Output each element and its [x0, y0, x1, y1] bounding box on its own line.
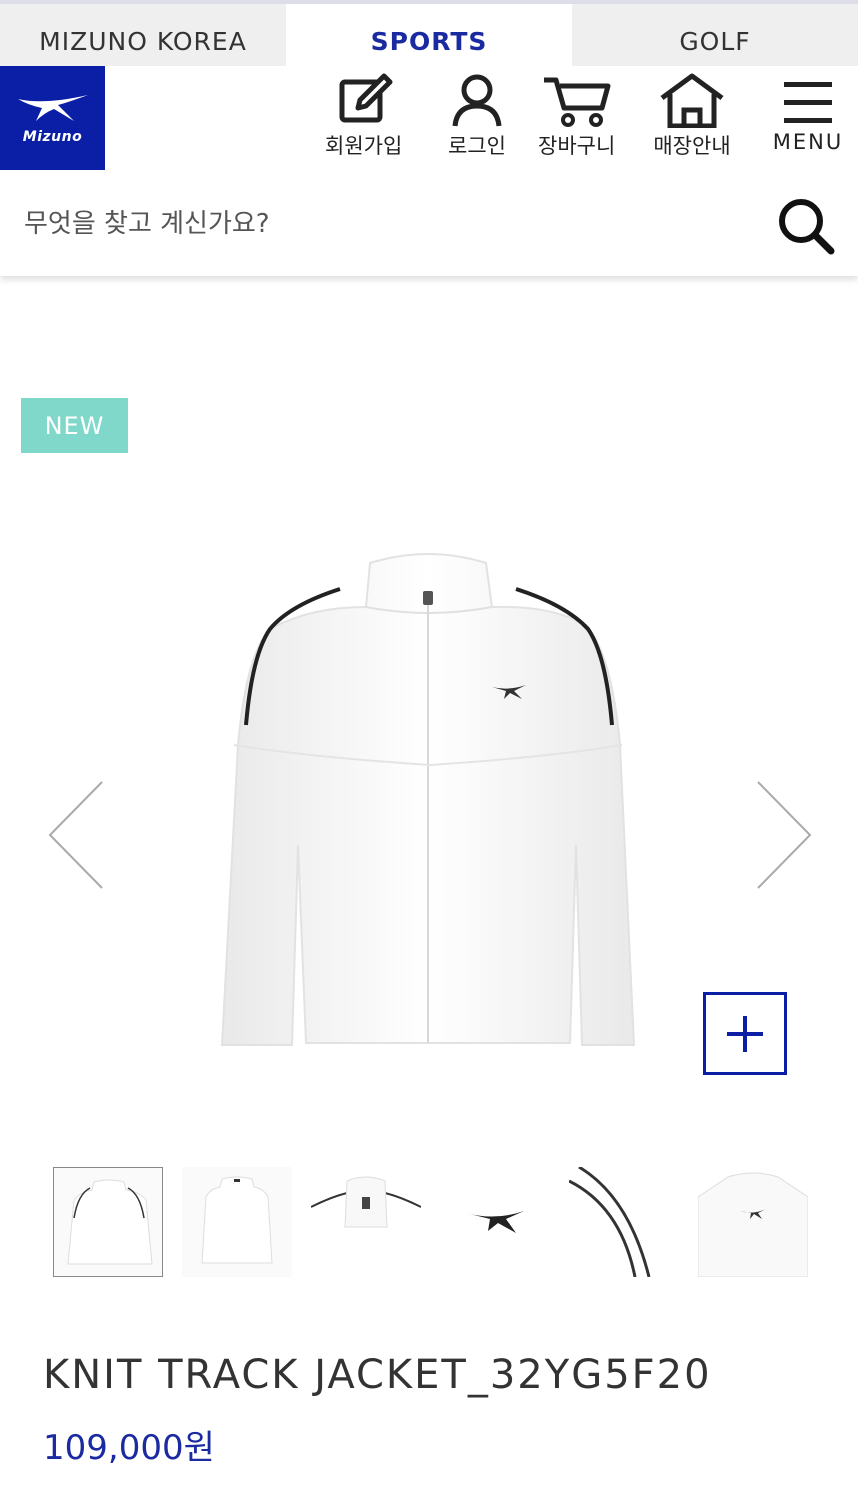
plus-icon	[727, 1015, 763, 1052]
user-icon	[452, 74, 502, 127]
thumbnail-4[interactable]	[440, 1167, 550, 1277]
cart-label: 장바구니	[538, 134, 616, 158]
login-button[interactable]: 로그인	[445, 72, 509, 160]
thumbnail-logo	[440, 1167, 550, 1277]
next-arrow-icon[interactable]	[752, 780, 816, 890]
thumbnail-jacket-front	[67, 1179, 153, 1265]
product-price: 109,000원	[43, 1428, 215, 1468]
signup-button[interactable]: 회원가입	[325, 72, 402, 160]
thumbnail-collar	[311, 1167, 421, 1277]
product-image	[220, 553, 636, 1046]
thumbnail-1[interactable]	[53, 1167, 163, 1277]
cart-button[interactable]: 장바구니	[538, 72, 615, 160]
menu-button[interactable]: MENU	[770, 72, 846, 154]
search-bar	[0, 172, 858, 276]
thumbnail-5[interactable]	[569, 1167, 679, 1277]
signup-label: 회원가입	[325, 134, 403, 158]
menu-label: MENU	[772, 130, 844, 154]
thumbnail-6[interactable]	[698, 1167, 808, 1277]
search-icon[interactable]	[776, 196, 836, 256]
home-icon	[660, 73, 724, 128]
header: Mizuno 회원가입 로그인 장바구니 매장안내 MENU	[0, 66, 858, 174]
thumbnail-back-logo	[698, 1167, 808, 1277]
thumbnail-3[interactable]	[311, 1167, 421, 1277]
edit-icon	[339, 73, 393, 123]
tab-golf[interactable]: GOLF	[572, 4, 858, 66]
search-input[interactable]	[22, 200, 746, 248]
runbird-icon	[17, 95, 88, 121]
cart-icon	[543, 77, 611, 127]
login-label: 로그인	[448, 134, 506, 158]
thumbnail-shoulder-stripe	[569, 1167, 679, 1277]
site-tabs: MIZUNO KOREA SPORTS GOLF	[0, 4, 858, 66]
mizuno-logo[interactable]: Mizuno	[0, 66, 105, 170]
stores-button[interactable]: 매장안내	[650, 72, 734, 160]
logo-text: Mizuno	[22, 129, 83, 145]
thumbnail-jacket-back	[201, 1176, 273, 1264]
stores-label: 매장안내	[653, 134, 731, 158]
prev-arrow-icon[interactable]	[44, 780, 108, 890]
tab-sports[interactable]: SPORTS	[286, 4, 572, 66]
product-name: KNIT TRACK JACKET_32YG5F20	[43, 1352, 712, 1398]
tab-mizuno-korea[interactable]: MIZUNO KOREA	[0, 4, 286, 66]
hamburger-icon	[784, 82, 832, 123]
zoom-button[interactable]	[703, 992, 787, 1075]
thumbnail-2[interactable]	[182, 1167, 292, 1277]
new-badge: NEW	[21, 398, 128, 453]
